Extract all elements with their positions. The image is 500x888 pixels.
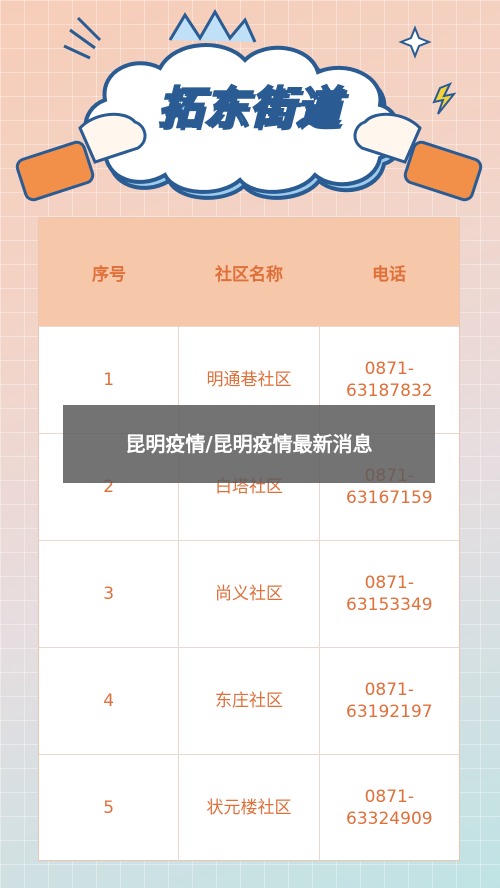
header-community-name: 社区名称 [215, 264, 283, 285]
caption-text: 昆明疫情/昆明疫情最新消息 [125, 432, 373, 456]
cell-community-name: 尚义社区 [178, 541, 318, 647]
cell-phone: 0871- 63324909 [318, 755, 459, 861]
crown-shape [168, 8, 257, 43]
cell-number: 3 [103, 584, 115, 604]
sparkle-lines-left [63, 16, 102, 60]
banner-title: 拓东街道 [157, 82, 342, 135]
cell-number: 4 [103, 691, 115, 711]
lightning-icon [432, 82, 457, 115]
cell-phone: 0871- 63192197 [318, 648, 459, 754]
title-banner: 拓东街道 [0, 0, 500, 215]
article-caption[interactable]: 昆明疫情/昆明疫情最新消息 [63, 405, 435, 483]
table-header: 序号 社区名称 电话 [39, 218, 459, 326]
star-icon [398, 25, 432, 59]
header-phone: 电话 [372, 264, 406, 285]
cell-phone: 0871- 63153349 [318, 541, 459, 647]
table-row: 3 尚义社区 0871- 63153349 [39, 540, 459, 647]
cell-community-name: 东庄社区 [178, 648, 318, 754]
cell-community-name: 状元楼社区 [178, 755, 318, 861]
right-sleeve [403, 140, 483, 202]
left-sleeve [15, 140, 95, 202]
table-row: 4 东庄社区 0871- 63192197 [39, 647, 459, 754]
table-row: 5 状元楼社区 0871- 63324909 [39, 754, 459, 861]
cell-number: 5 [103, 798, 115, 818]
header-number: 序号 [92, 264, 126, 285]
community-table: 序号 社区名称 电话 1 明通巷社区 0871- 63187832 2 白塔社区… [38, 217, 460, 861]
